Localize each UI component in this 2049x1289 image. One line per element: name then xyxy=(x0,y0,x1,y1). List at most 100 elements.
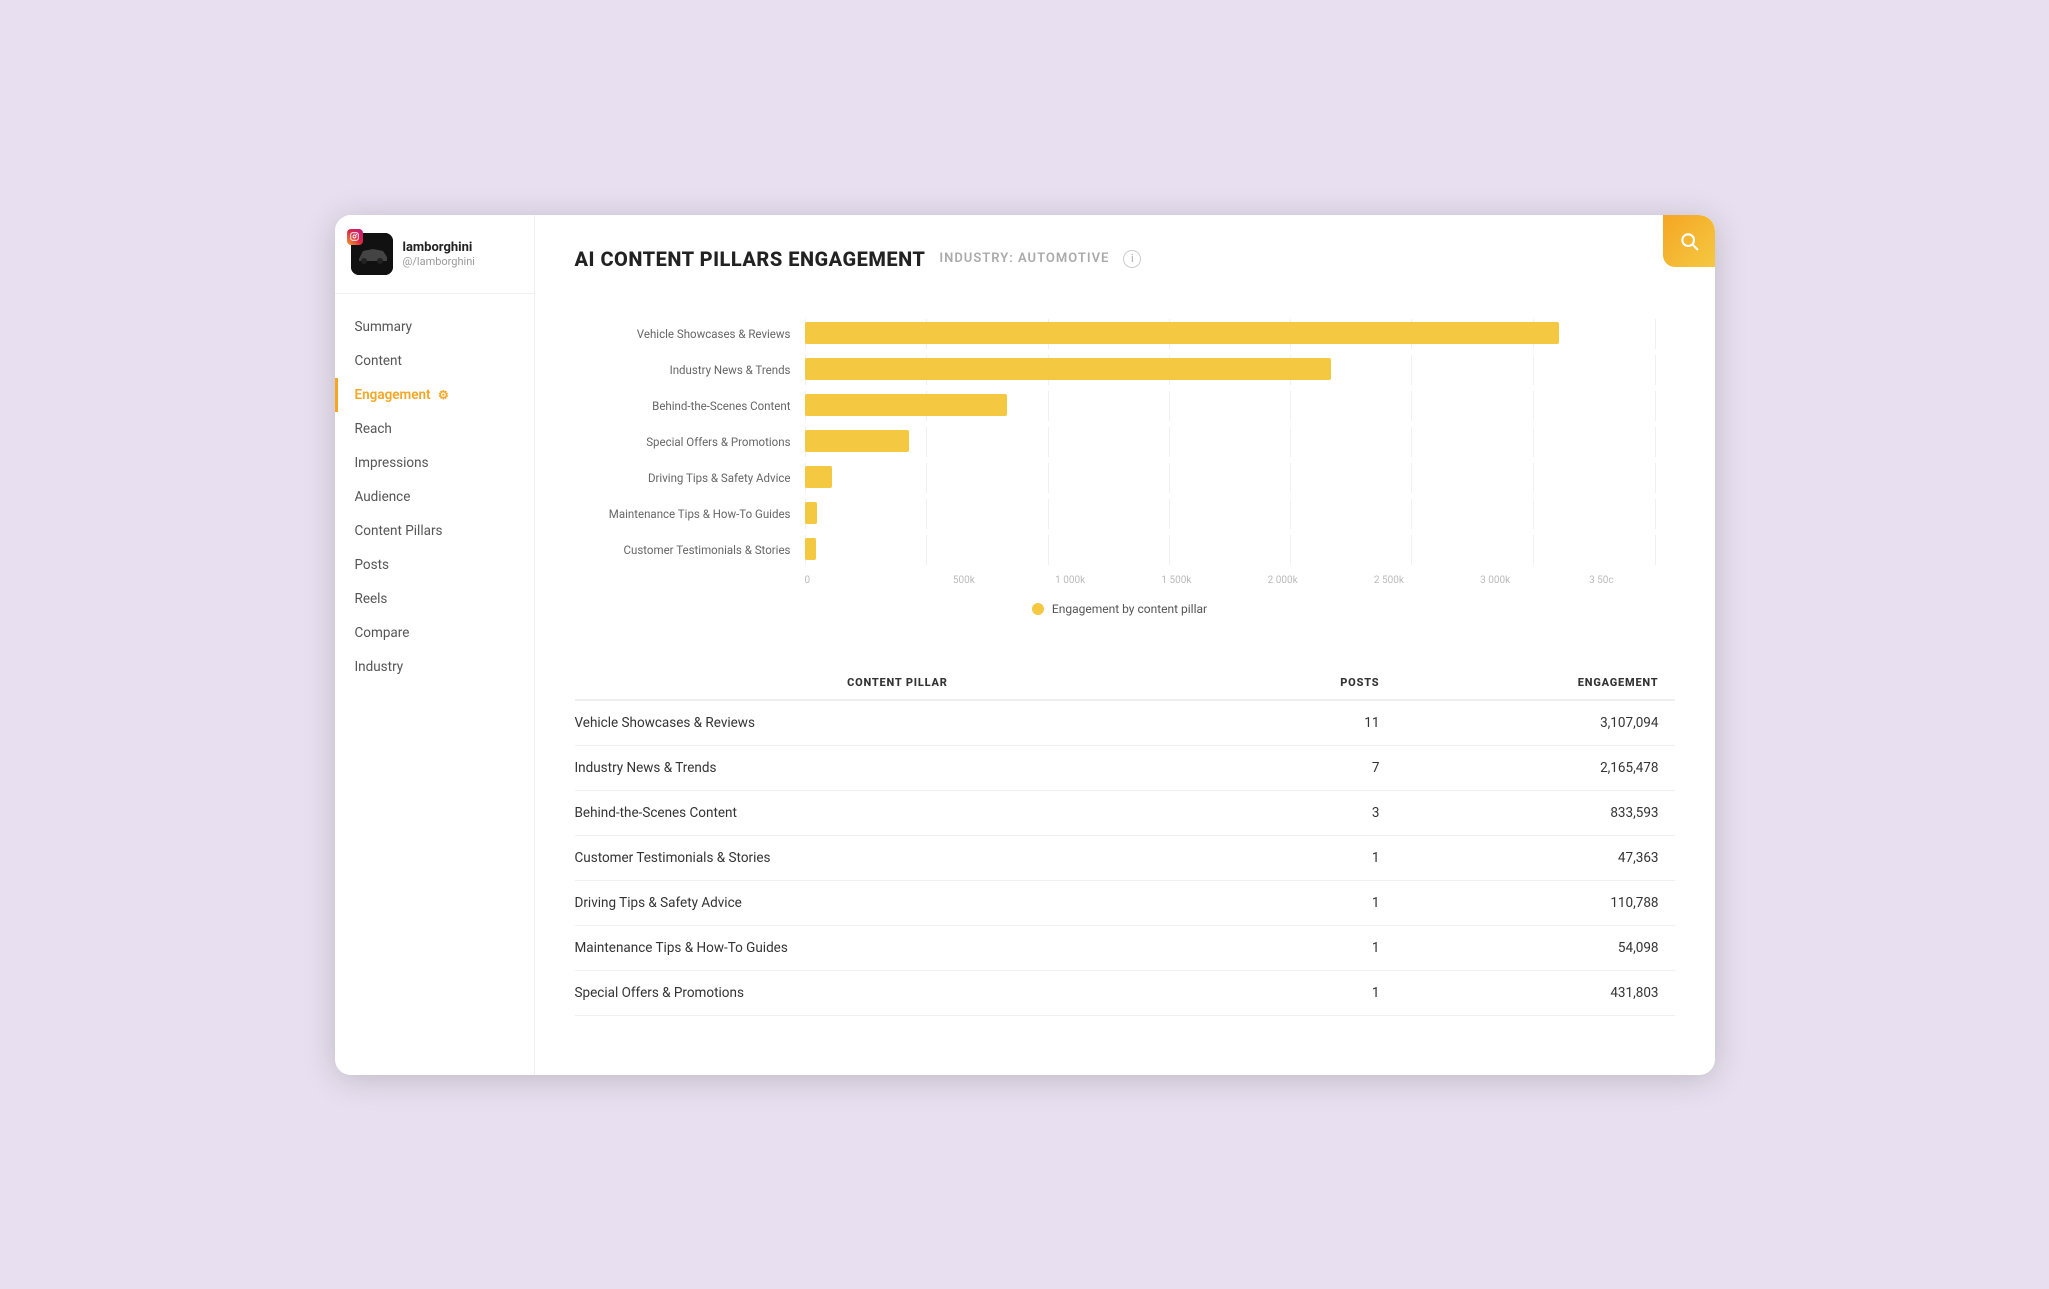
grid-line xyxy=(1655,427,1656,457)
table-cell-pillar: Vehicle Showcases & Reviews xyxy=(575,700,1237,746)
chart-bar-row: Customer Testimonials & Stories xyxy=(585,535,1655,565)
chart-bar-area xyxy=(805,319,1655,349)
chart-bar-row: Special Offers & Promotions xyxy=(585,427,1655,457)
sidebar-item-content-pillars[interactable]: Content Pillars xyxy=(335,514,534,548)
sidebar-item-reach[interactable]: Reach xyxy=(335,412,534,446)
axis-label: 3 50c xyxy=(1548,575,1654,586)
grid-line xyxy=(1169,463,1170,493)
grid-line xyxy=(1290,391,1291,421)
page-title: AI CONTENT PILLARS ENGAGEMENT xyxy=(575,247,926,271)
chart-bar-area xyxy=(805,499,1655,529)
table-cell-engagement: 833,593 xyxy=(1395,790,1674,835)
table-cell-engagement: 110,788 xyxy=(1395,880,1674,925)
table-cell-posts: 1 xyxy=(1236,925,1395,970)
grid-line xyxy=(1533,463,1534,493)
sidebar-item-audience[interactable]: Audience xyxy=(335,480,534,514)
grid-line xyxy=(1169,499,1170,529)
grid-line xyxy=(1411,535,1412,565)
grid-line xyxy=(1048,535,1049,565)
grid-line xyxy=(1533,355,1534,385)
table-cell-posts: 1 xyxy=(1236,880,1395,925)
sidebar-item-engagement[interactable]: Engagement ⚙ xyxy=(335,378,534,412)
chart-bar-area xyxy=(805,463,1655,493)
table-cell-pillar: Driving Tips & Safety Advice xyxy=(575,880,1237,925)
table-row: Customer Testimonials & Stories147,363 xyxy=(575,835,1675,880)
chart-bar-area xyxy=(805,391,1655,421)
grid-line xyxy=(1533,391,1534,421)
sidebar-item-impressions[interactable]: Impressions xyxy=(335,446,534,480)
axis-label: 2 500k xyxy=(1336,575,1442,586)
grid-line xyxy=(1048,427,1049,457)
avatar xyxy=(351,233,393,275)
instagram-icon xyxy=(347,229,363,245)
chart-legend: Engagement by content pillar xyxy=(585,602,1655,616)
axis-label: 500k xyxy=(911,575,1017,586)
table-cell-engagement: 54,098 xyxy=(1395,925,1674,970)
chart-bar-label: Vehicle Showcases & Reviews xyxy=(585,327,805,341)
search-button[interactable] xyxy=(1663,215,1715,267)
grid-line xyxy=(1290,427,1291,457)
chart-bar-fill xyxy=(805,322,1560,344)
table-cell-engagement: 2,165,478 xyxy=(1395,745,1674,790)
chart-bar-label: Driving Tips & Safety Advice xyxy=(585,471,805,485)
table-cell-engagement: 3,107,094 xyxy=(1395,700,1674,746)
grid-line xyxy=(1048,463,1049,493)
sidebar-navigation: Summary Content Engagement ⚙ Reach Impre… xyxy=(335,294,534,700)
table-row: Industry News & Trends72,165,478 xyxy=(575,745,1675,790)
industry-badge: INDUSTRY: AUTOMOTIVE xyxy=(939,251,1109,266)
table-cell-pillar: Maintenance Tips & How-To Guides xyxy=(575,925,1237,970)
table-cell-posts: 1 xyxy=(1236,970,1395,1015)
data-table: CONTENT PILLAR POSTS ENGAGEMENT Vehicle … xyxy=(575,666,1675,1016)
grid-line xyxy=(1655,355,1656,385)
chart-bar-row: Maintenance Tips & How-To Guides xyxy=(585,499,1655,529)
grid-line xyxy=(1169,535,1170,565)
grid-line xyxy=(926,427,927,457)
app-container: lamborghini @/lamborghini Summary Conten… xyxy=(335,215,1715,1075)
table-cell-engagement: 431,803 xyxy=(1395,970,1674,1015)
grid-line xyxy=(1290,499,1291,529)
chart-bar-label: Maintenance Tips & How-To Guides xyxy=(585,507,805,521)
profile-info: lamborghini @/lamborghini xyxy=(403,240,475,268)
chart-axis: 0500k1 000k1 500k2 000k2 500k3 000k3 50c xyxy=(805,571,1655,586)
table-row: Driving Tips & Safety Advice1110,788 xyxy=(575,880,1675,925)
chart-bar-row: Driving Tips & Safety Advice xyxy=(585,463,1655,493)
sidebar-item-content[interactable]: Content xyxy=(335,344,534,378)
table-row: Behind-the-Scenes Content3833,593 xyxy=(575,790,1675,835)
col-header-engagement: ENGAGEMENT xyxy=(1395,666,1674,700)
table-cell-posts: 3 xyxy=(1236,790,1395,835)
info-icon[interactable]: i xyxy=(1123,250,1141,268)
table-cell-posts: 7 xyxy=(1236,745,1395,790)
sidebar-item-posts[interactable]: Posts xyxy=(335,548,534,582)
chart-bar-area xyxy=(805,355,1655,385)
col-header-pillar: CONTENT PILLAR xyxy=(575,666,1237,700)
sidebar-item-summary[interactable]: Summary xyxy=(335,310,534,344)
sidebar-item-reels[interactable]: Reels xyxy=(335,582,534,616)
bar-chart-container: Vehicle Showcases & ReviewsIndustry News… xyxy=(575,299,1675,626)
table-header-row: CONTENT PILLAR POSTS ENGAGEMENT xyxy=(575,666,1675,700)
grid-line xyxy=(1411,499,1412,529)
grid-line xyxy=(1290,463,1291,493)
chart-bar-area xyxy=(805,427,1655,457)
grid-line xyxy=(1533,535,1534,565)
chart-bar-fill xyxy=(805,430,910,452)
grid-line xyxy=(1411,391,1412,421)
grid-line xyxy=(1169,427,1170,457)
profile-section: lamborghini @/lamborghini xyxy=(335,215,534,294)
sidebar-item-compare[interactable]: Compare xyxy=(335,616,534,650)
grid-line xyxy=(926,463,927,493)
table-row: Maintenance Tips & How-To Guides154,098 xyxy=(575,925,1675,970)
grid-line xyxy=(926,535,927,565)
chart-bar-row: Vehicle Showcases & Reviews xyxy=(585,319,1655,349)
sidebar-item-industry[interactable]: Industry xyxy=(335,650,534,684)
grid-line xyxy=(1411,355,1412,385)
chart-bar-area xyxy=(805,535,1655,565)
grid-line xyxy=(1655,319,1656,349)
table-row: Special Offers & Promotions1431,803 xyxy=(575,970,1675,1015)
grid-line xyxy=(1533,427,1534,457)
table-row: Vehicle Showcases & Reviews113,107,094 xyxy=(575,700,1675,746)
table-cell-posts: 11 xyxy=(1236,700,1395,746)
grid-line xyxy=(1655,391,1656,421)
table-cell-pillar: Customer Testimonials & Stories xyxy=(575,835,1237,880)
table-cell-pillar: Industry News & Trends xyxy=(575,745,1237,790)
grid-line xyxy=(1048,499,1049,529)
